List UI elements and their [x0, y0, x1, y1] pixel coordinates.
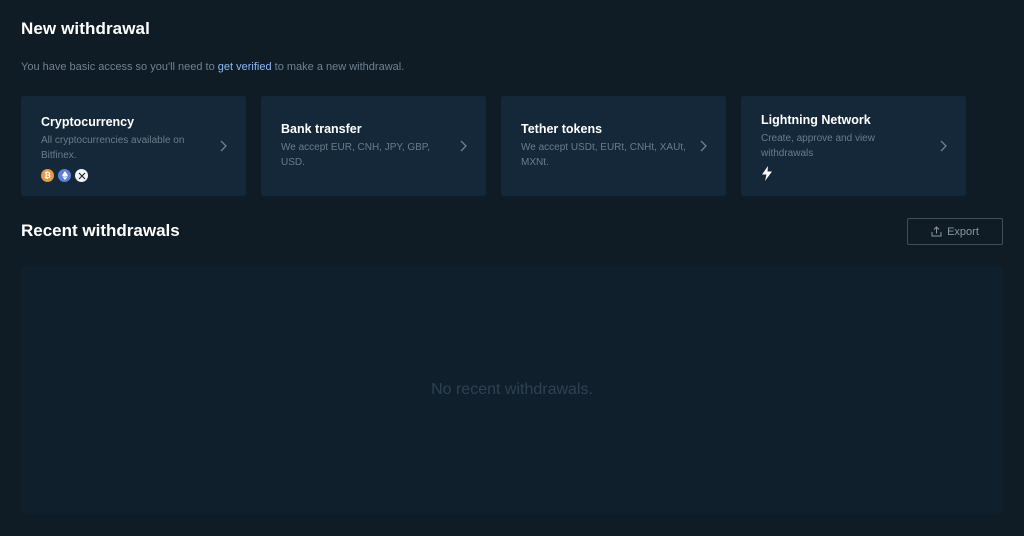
chevron-right-icon	[460, 140, 467, 152]
card-lightning-network[interactable]: Lightning Network Create, approve and vi…	[741, 96, 966, 196]
card-tether-tokens[interactable]: Tether tokens We accept USDt, EURt, CNHt…	[501, 96, 726, 196]
page-title: New withdrawal	[21, 19, 150, 38]
card-title: Tether tokens	[521, 122, 603, 136]
verification-notice: You have basic access so you'll need to …	[21, 61, 404, 73]
recent-withdrawals-panel: No recent withdrawals.	[21, 266, 1003, 514]
recent-withdrawals-title: Recent withdrawals	[21, 221, 180, 240]
card-description: We accept USDt, EURt, CNHt, XAUt, MXNt.	[521, 142, 686, 168]
xrp-icon	[75, 169, 88, 182]
notice-text-before: You have basic access so you'll need to	[21, 61, 218, 73]
export-label: Export	[947, 225, 979, 238]
card-description: All cryptocurrencies available on Bitfin…	[41, 135, 185, 161]
card-bank-transfer[interactable]: Bank transfer We accept EUR, CNH, JPY, G…	[261, 96, 486, 196]
coin-icons: ₿	[41, 169, 226, 182]
withdrawal-page: New withdrawal You have basic access so …	[0, 0, 1024, 536]
card-title: Bank transfer	[281, 122, 362, 136]
card-cryptocurrency[interactable]: Cryptocurrency All cryptocurrencies avai…	[21, 96, 246, 196]
upload-icon	[931, 226, 942, 237]
card-description: Create, approve and view withdrawals	[761, 133, 875, 159]
chevron-right-icon	[940, 140, 947, 152]
card-title: Cryptocurrency	[41, 115, 135, 129]
card-description: We accept EUR, CNH, JPY, GBP, USD.	[281, 142, 430, 168]
get-verified-link[interactable]: get verified	[218, 61, 272, 73]
ethereum-icon	[58, 169, 71, 182]
empty-state-message: No recent withdrawals.	[431, 381, 593, 398]
chevron-right-icon	[220, 140, 227, 152]
chevron-right-icon	[700, 140, 707, 152]
bitcoin-icon: ₿	[41, 169, 54, 182]
lightning-icon	[762, 166, 772, 181]
notice-text-after: to make a new withdrawal.	[271, 61, 405, 73]
card-title: Lightning Network	[761, 113, 871, 127]
export-button[interactable]: Export	[907, 218, 1003, 245]
